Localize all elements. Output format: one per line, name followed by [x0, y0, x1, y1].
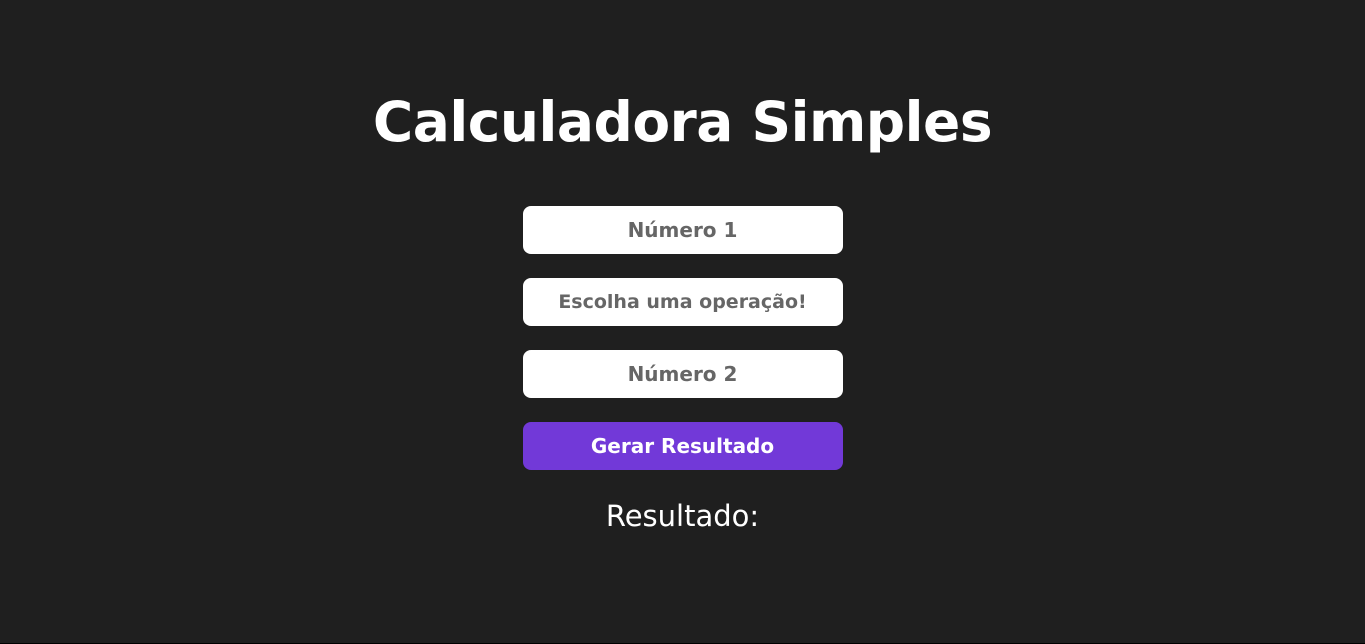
number2-input[interactable] — [522, 350, 843, 398]
page-title: Calculadora Simples — [372, 90, 993, 154]
generate-result-button[interactable]: Gerar Resultado — [522, 422, 843, 470]
operation-select[interactable]: Escolha uma operação! — [522, 278, 843, 326]
calculator-page: Calculadora Simples Escolha uma operação… — [0, 0, 1365, 643]
number1-input[interactable] — [522, 206, 843, 254]
result-label: Resultado: — [605, 499, 760, 533]
calculator-form: Escolha uma operação! Gerar Resultado — [522, 206, 843, 470]
